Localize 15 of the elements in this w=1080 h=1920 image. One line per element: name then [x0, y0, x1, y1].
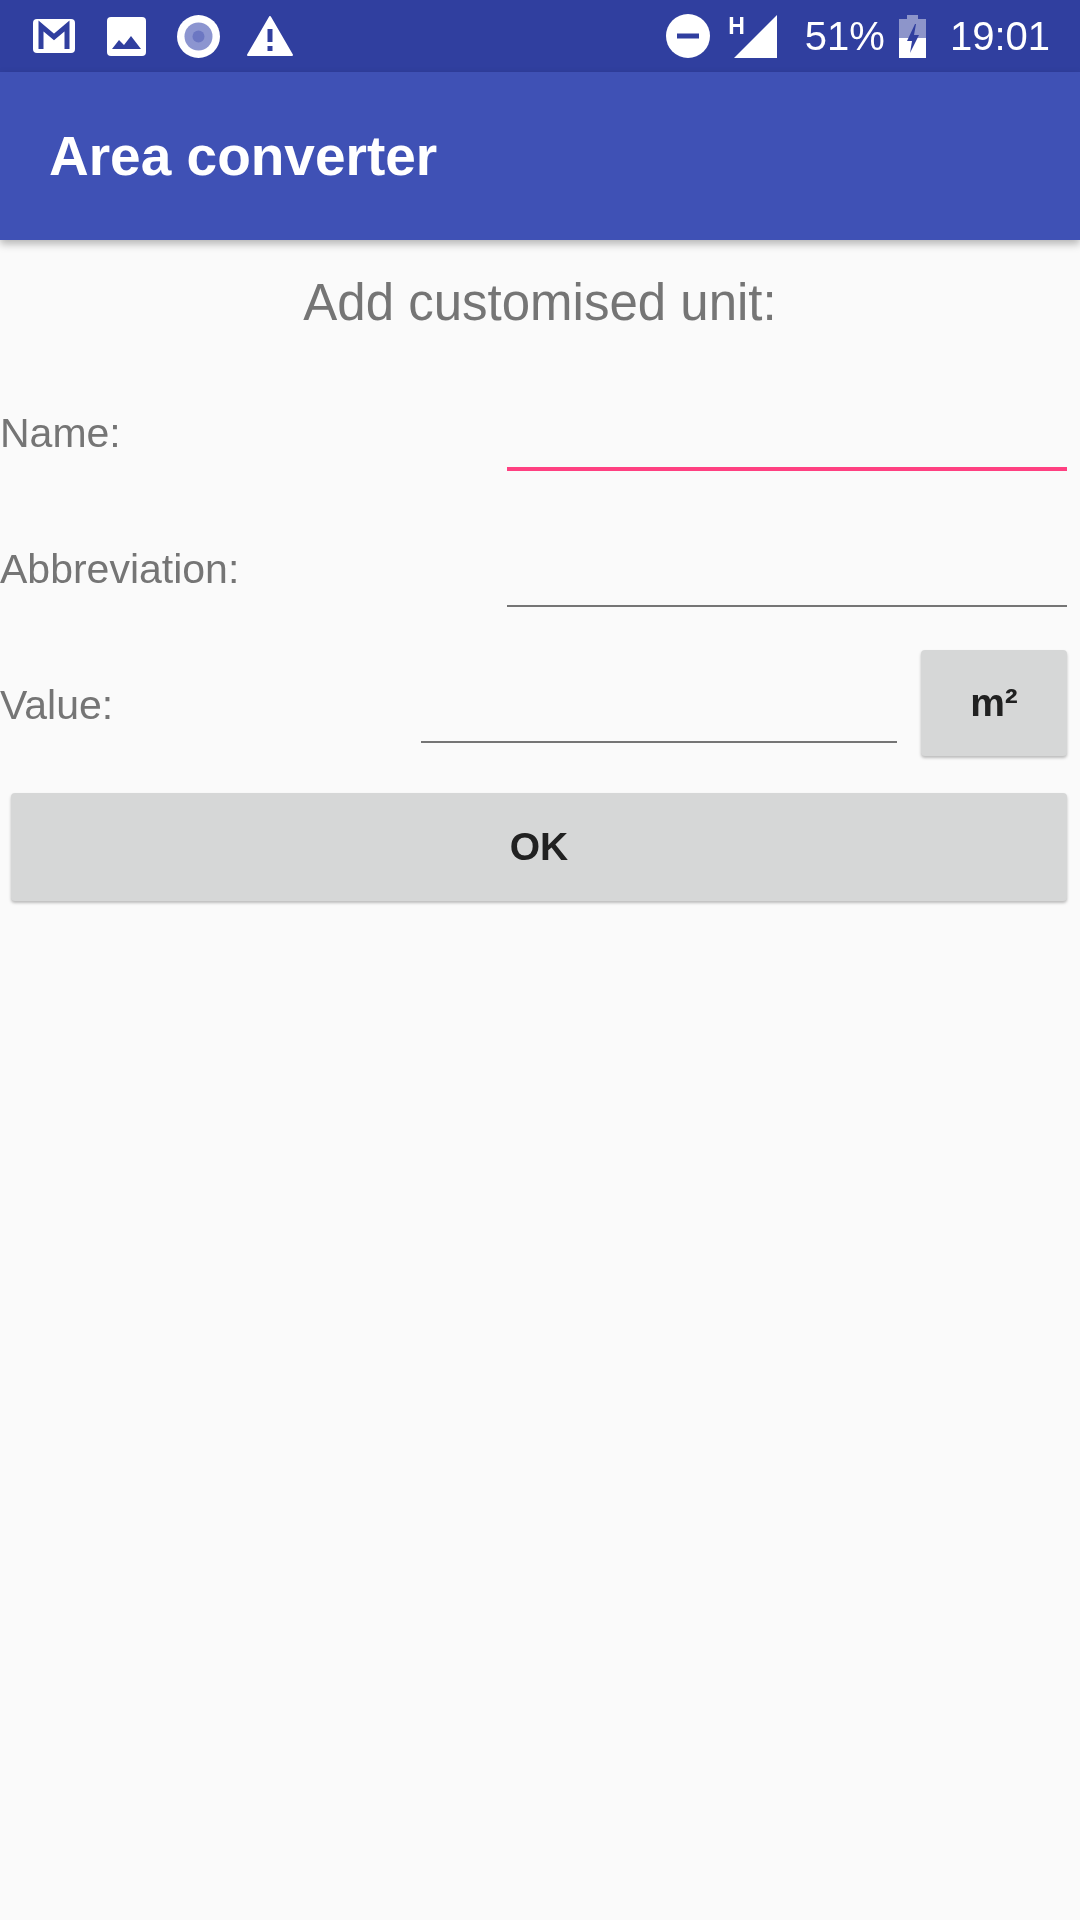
field-label: Abbreviation: [0, 545, 240, 593]
minus-circle-icon [666, 14, 711, 58]
image-icon [107, 16, 146, 56]
battery-percent: 51% [804, 16, 885, 56]
warning-icon [247, 16, 293, 56]
ok-button[interactable]: OK [11, 793, 1067, 901]
app-title: Area converter [49, 124, 438, 188]
clock-time: 19:01 [949, 16, 1050, 56]
network-type: H [728, 15, 745, 38]
mail-icon [33, 19, 75, 53]
field-label: Value: [0, 681, 114, 729]
unit-button[interactable]: m² [921, 650, 1067, 756]
circle-dot-icon [177, 14, 220, 58]
form-heading: Add customised unit: [303, 273, 777, 332]
field-label: Name: [0, 409, 121, 457]
